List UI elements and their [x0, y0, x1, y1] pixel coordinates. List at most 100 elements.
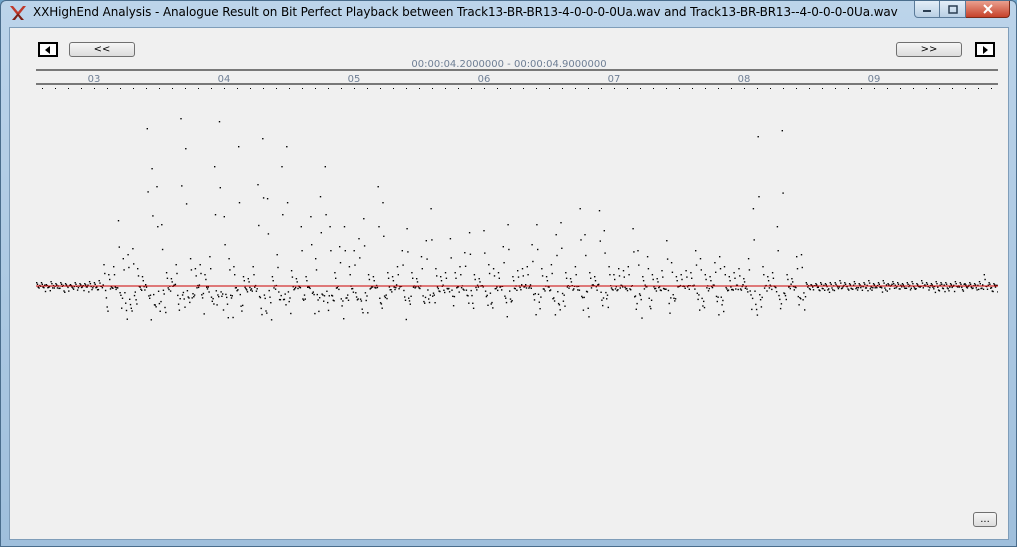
data-point	[402, 264, 404, 266]
data-point	[583, 296, 585, 299]
data-point	[223, 216, 225, 218]
data-point	[193, 294, 196, 296]
data-point	[182, 291, 185, 294]
x-minor-tick	[497, 88, 498, 89]
data-point	[529, 284, 532, 286]
data-point	[468, 302, 470, 304]
data-point	[164, 306, 166, 309]
x-minor-tick	[81, 88, 82, 89]
data-point	[379, 297, 381, 299]
data-point	[640, 298, 642, 301]
data-point	[282, 214, 284, 216]
data-point	[728, 276, 730, 278]
data-point	[387, 277, 390, 279]
data-point	[283, 298, 286, 301]
data-point	[553, 300, 556, 302]
maximize-button[interactable]	[940, 1, 966, 18]
data-point	[905, 287, 908, 289]
data-point	[503, 262, 505, 264]
x-minor-tick	[471, 88, 472, 89]
data-point	[602, 304, 604, 307]
data-point	[525, 287, 528, 289]
data-point	[954, 281, 957, 283]
data-point	[299, 287, 302, 289]
data-point	[240, 305, 242, 307]
more-button[interactable]: ...	[973, 512, 997, 527]
data-point	[734, 277, 736, 279]
data-point	[986, 288, 989, 290]
data-point	[622, 270, 625, 272]
minimize-button[interactable]	[914, 1, 940, 18]
x-minor-tick	[744, 88, 745, 89]
data-point	[184, 306, 186, 308]
data-point	[844, 283, 847, 285]
data-point	[171, 281, 173, 283]
next-button[interactable]: >>	[896, 42, 962, 57]
data-point	[477, 286, 480, 288]
data-point	[636, 302, 638, 305]
data-point	[706, 287, 708, 289]
data-point	[895, 287, 897, 289]
data-point	[504, 295, 506, 297]
data-point	[618, 268, 620, 270]
data-point	[262, 197, 265, 199]
data-point	[532, 260, 534, 263]
data-point	[276, 254, 278, 256]
data-point	[155, 306, 157, 308]
step-forward-button[interactable]	[975, 42, 995, 57]
data-point	[549, 289, 552, 291]
data-point	[526, 266, 528, 268]
data-point	[315, 258, 317, 260]
data-point	[401, 250, 403, 252]
data-point	[478, 278, 480, 280]
data-point	[684, 287, 686, 289]
x-minor-tick	[913, 88, 914, 89]
close-button[interactable]	[966, 1, 1010, 18]
data-point	[167, 287, 169, 289]
data-point	[64, 283, 67, 285]
data-point	[703, 306, 706, 309]
data-point	[801, 266, 803, 269]
data-point	[849, 284, 852, 286]
data-point	[181, 294, 184, 296]
data-point	[471, 294, 473, 297]
data-point	[464, 252, 466, 254]
data-point	[331, 295, 334, 297]
data-point	[305, 276, 307, 278]
x-minor-tick	[640, 88, 641, 89]
data-point	[698, 294, 700, 296]
data-point	[145, 286, 148, 288]
data-point	[623, 276, 625, 278]
data-point	[285, 304, 287, 306]
data-point	[804, 309, 806, 311]
data-point	[355, 296, 358, 298]
data-point	[409, 303, 411, 305]
data-point	[775, 291, 778, 293]
data-point	[339, 262, 342, 264]
data-point	[135, 299, 137, 301]
data-point	[311, 244, 313, 246]
xxhighend-logo-icon	[10, 6, 26, 20]
data-point	[965, 284, 967, 286]
data-point	[654, 287, 657, 290]
data-point	[755, 308, 758, 311]
title-bar[interactable]: XXHighEnd Analysis - Analogue Result on …	[1, 1, 1016, 25]
x-minor-tick	[159, 88, 160, 89]
data-point	[885, 284, 888, 286]
data-point	[710, 280, 712, 282]
data-point	[727, 289, 730, 291]
data-point	[387, 272, 389, 274]
data-point	[300, 226, 302, 228]
data-point	[219, 187, 221, 189]
data-point	[917, 284, 919, 286]
data-point	[790, 283, 792, 285]
data-point	[853, 281, 856, 283]
data-point	[509, 298, 512, 300]
step-back-button[interactable]	[38, 42, 58, 57]
data-point	[214, 166, 216, 168]
data-point	[695, 264, 698, 266]
data-point	[566, 286, 569, 288]
data-point	[941, 283, 943, 285]
data-point	[177, 294, 179, 297]
previous-button[interactable]: <<	[69, 42, 135, 57]
